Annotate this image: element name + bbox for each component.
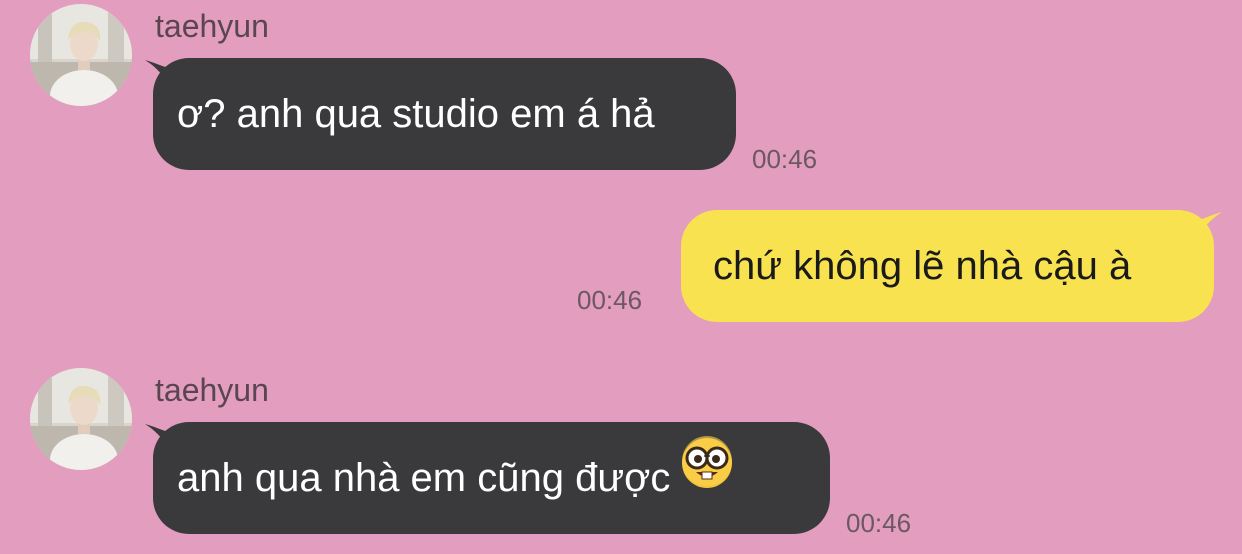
avatar[interactable] [30,4,132,106]
message-time: 00:46 [577,285,643,315]
message-bubble[interactable]: anh qua nhà em cũng được [153,422,830,534]
avatar[interactable] [30,368,132,470]
message-text: chứ không lẽ nhà cậu à [713,244,1132,288]
message-text: anh qua nhà em cũng được [177,456,671,500]
message-time: 00:46 [846,508,912,538]
message-time: 00:46 [752,144,818,174]
message-bubble[interactable]: ơ? anh qua studio em á hả [153,58,736,170]
sender-name: taehyun [155,372,269,408]
message-bubble[interactable]: chứ không lẽ nhà cậu à [681,210,1214,322]
message-text: ơ? anh qua studio em á hả [177,92,655,136]
bubble-tail [1196,212,1222,242]
sender-name: taehyun [155,8,269,44]
nerd-face-emoji-icon [680,421,734,533]
